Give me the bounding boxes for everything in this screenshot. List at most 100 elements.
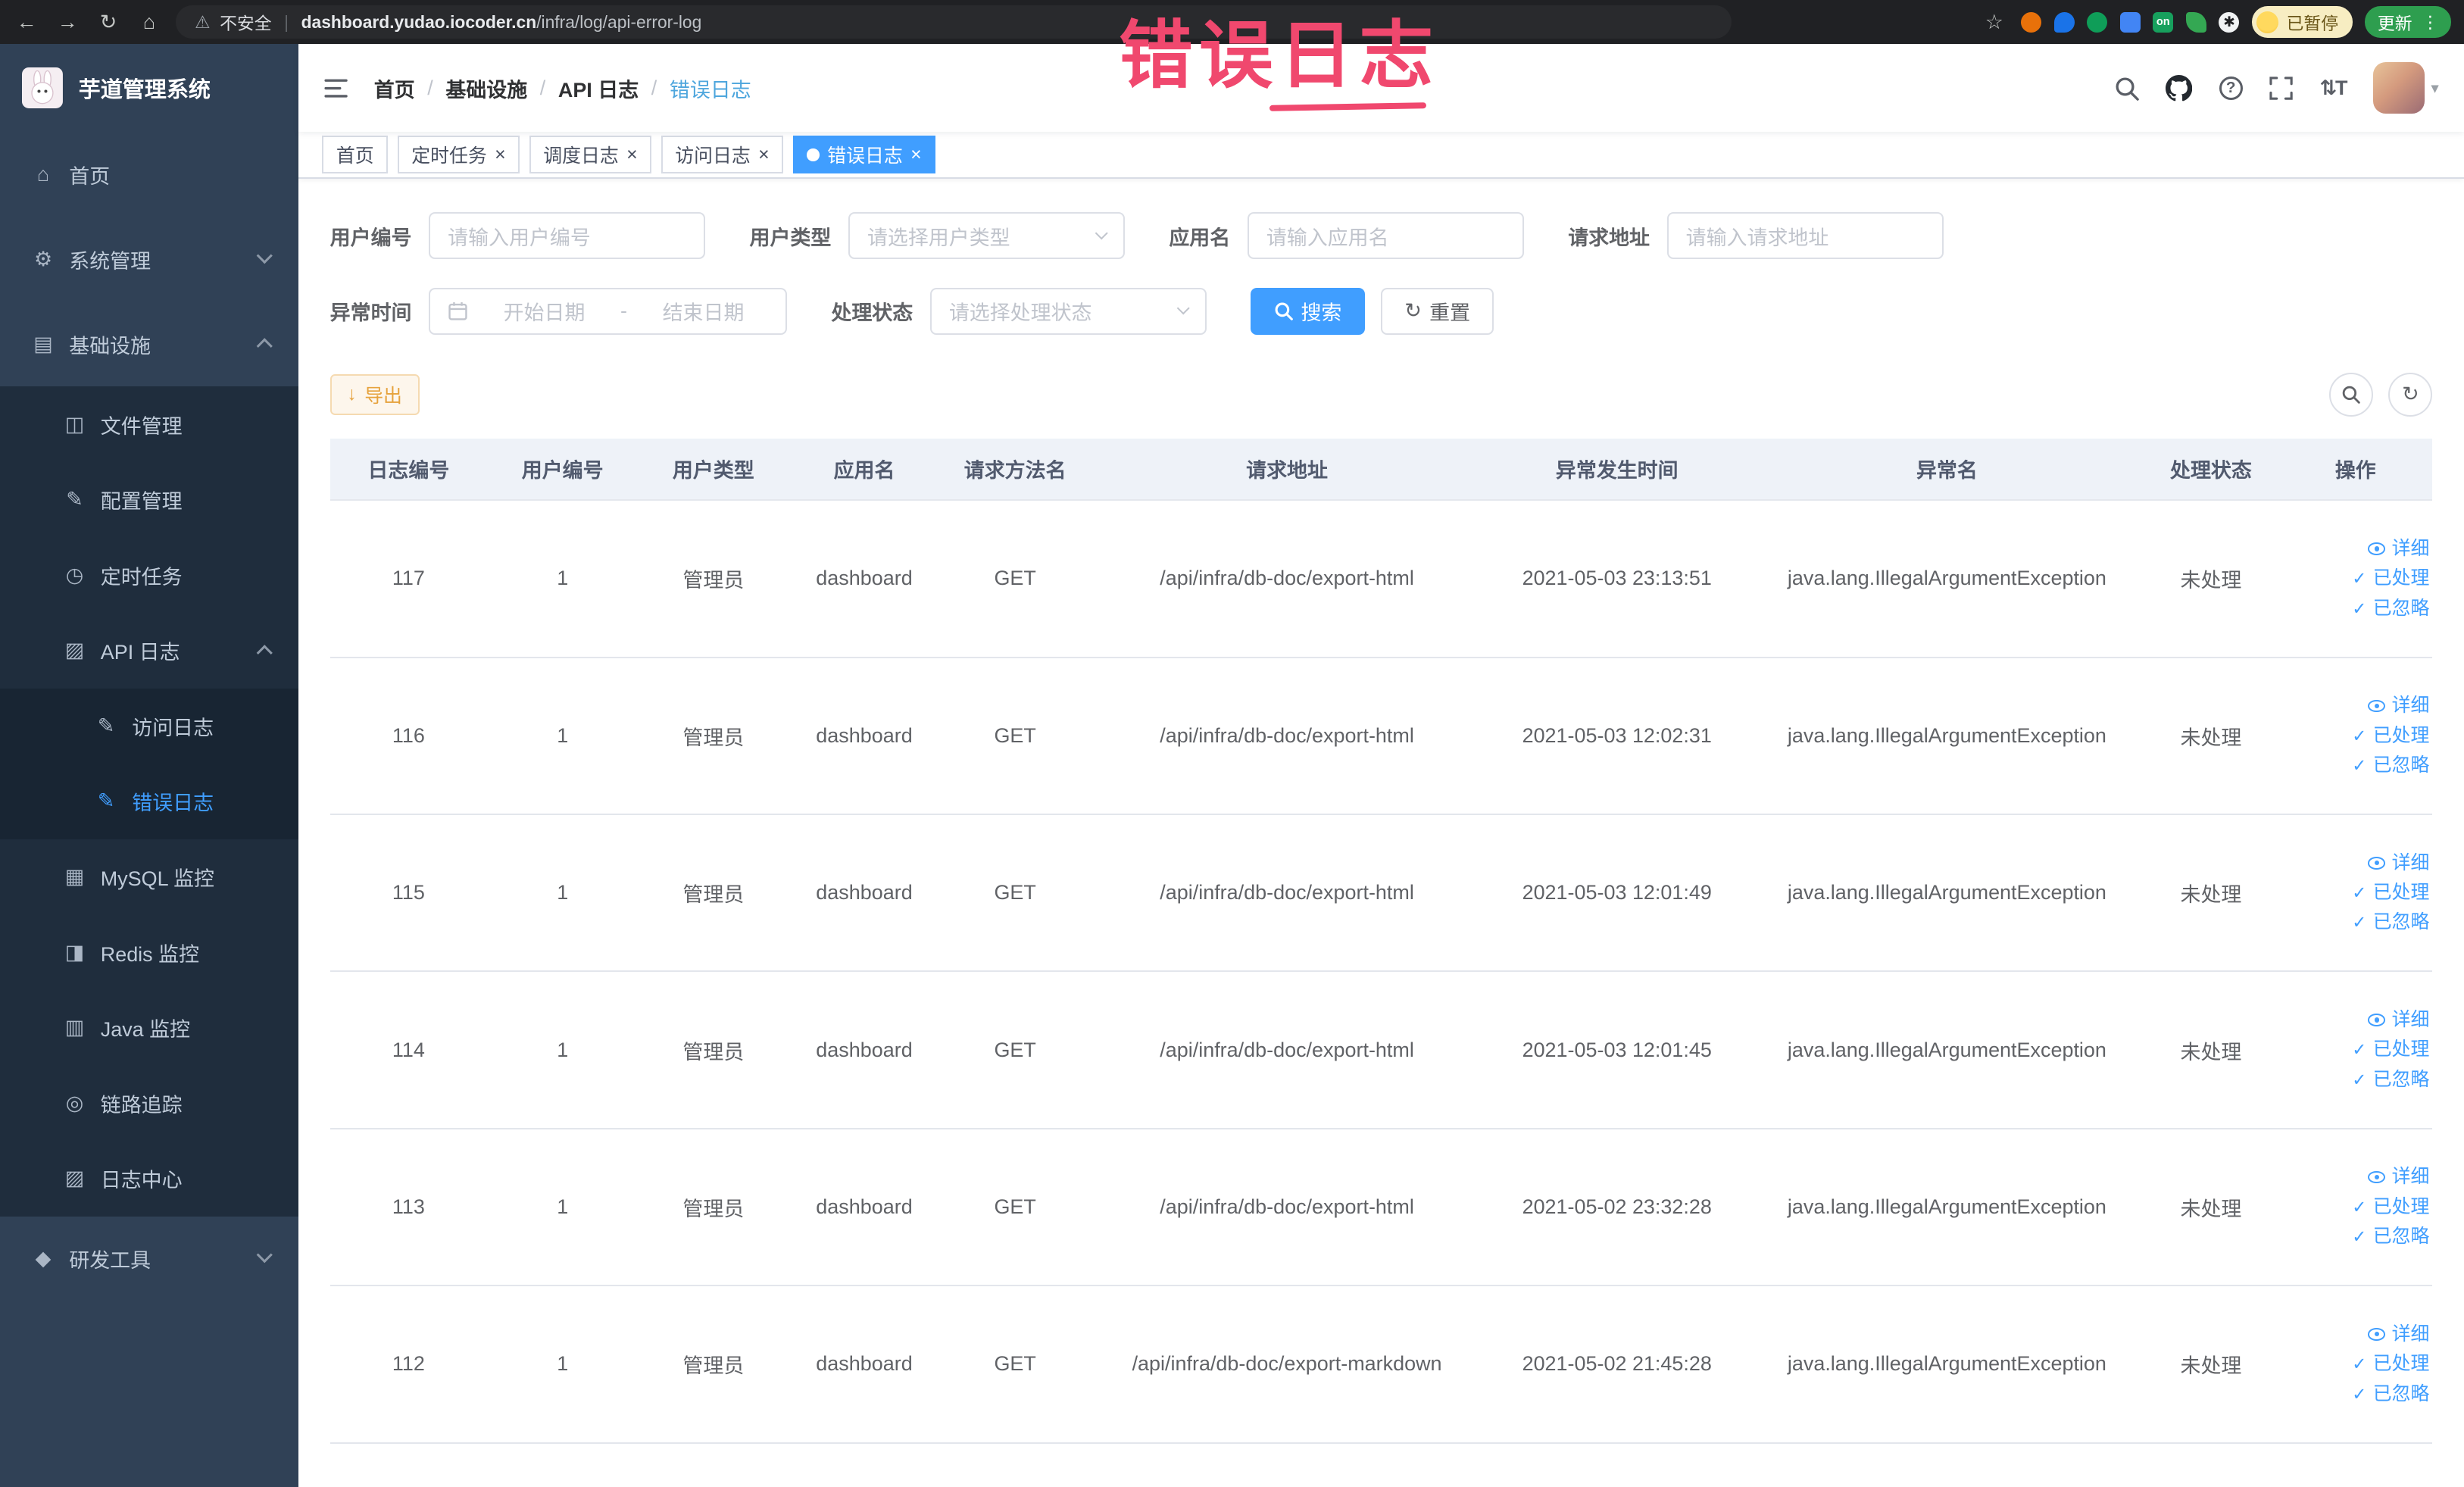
processed-link[interactable]: ✓ 已处理 — [2281, 878, 2429, 908]
breadcrumb-item[interactable]: 首页 — [374, 73, 415, 103]
ignore-link[interactable]: ✓ 已忽略 — [2281, 594, 2429, 623]
close-icon[interactable]: × — [758, 145, 770, 164]
detail-link[interactable]: 详细 — [2281, 1162, 2429, 1192]
table-row: 114 1 管理员 dashboard GET /api/infra/db-do… — [329, 971, 2433, 1129]
user-id-input[interactable]: 请输入用户编号 — [429, 212, 706, 260]
extension-icon[interactable] — [2053, 11, 2075, 33]
cell-url: /api/infra/db-doc/export-html — [1090, 657, 1484, 815]
ignore-link[interactable]: ✓ 已忽略 — [2281, 1222, 2429, 1251]
processed-link[interactable]: ✓ 已处理 — [2281, 564, 2429, 593]
sidebar-item-redis-monitor[interactable]: ◨ Redis 监控 — [0, 914, 298, 990]
extension-icon[interactable]: ✱ — [2219, 11, 2240, 33]
processed-link[interactable]: ✓ 已处理 — [2281, 1035, 2429, 1064]
processed-link[interactable]: ✓ 已处理 — [2281, 721, 2429, 751]
user-type-select[interactable]: 请选择用户类型 — [848, 212, 1126, 260]
search-toggle-button[interactable] — [2328, 372, 2373, 417]
profile-sync-paused-chip[interactable]: 已暂停 — [2251, 6, 2353, 38]
cell-app: dashboard — [789, 1286, 940, 1444]
close-icon[interactable]: × — [910, 145, 922, 164]
sidebar-item-label: Redis 监控 — [100, 942, 200, 966]
tab-error-log[interactable]: 错误日志 × — [792, 136, 936, 174]
detail-link[interactable]: 详细 — [2281, 534, 2429, 564]
font-size-icon[interactable]: ⇅T — [2319, 77, 2347, 100]
refresh-button[interactable]: ↻ — [2388, 372, 2433, 417]
app-logo[interactable]: 芋道管理系统 — [0, 44, 298, 132]
detail-link[interactable]: 详细 — [2281, 1320, 2429, 1349]
ignore-link[interactable]: ✓ 已忽略 — [2281, 1379, 2429, 1409]
bookmark-star-icon[interactable]: ☆ — [1980, 11, 2008, 34]
sidebar-item-api-log[interactable]: ▨ API 日志 — [0, 613, 298, 689]
sidebar-item-config-management[interactable]: ✎ 配置管理 — [0, 462, 298, 538]
extension-icon[interactable] — [2087, 11, 2108, 33]
hamburger-icon[interactable] — [323, 76, 348, 101]
cell-method: GET — [939, 1128, 1091, 1287]
sidebar-item-system[interactable]: ⚙ 系统管理 — [0, 217, 298, 301]
user-menu[interactable]: ▾ — [2372, 61, 2439, 114]
browser-menu-icon[interactable]: ⋮ — [2422, 12, 2439, 33]
sidebar-item-mysql-monitor[interactable]: ▦ MySQL 监控 — [0, 839, 298, 915]
sidebar-item-error-log[interactable]: ✎ 错误日志 — [0, 764, 299, 839]
help-icon[interactable]: ? — [2219, 76, 2243, 100]
detail-link[interactable]: 详细 — [2281, 691, 2429, 720]
column-header: 请求地址 — [1090, 438, 1484, 501]
search-icon[interactable] — [2114, 76, 2139, 101]
ignore-link[interactable]: ✓ 已忽略 — [2281, 751, 2429, 780]
reset-button[interactable]: ↻ 重置 — [1381, 287, 1494, 335]
request-url-input[interactable]: 请输入请求地址 — [1666, 212, 1944, 260]
sidebar-item-dev-tools[interactable]: ◆ 研发工具 — [0, 1217, 298, 1301]
chevron-down-icon — [1095, 226, 1109, 240]
search-button[interactable]: 搜索 — [1251, 287, 1366, 335]
browser-update-button[interactable]: 更新 ⋮ — [2365, 6, 2452, 38]
forward-icon[interactable]: → — [54, 11, 82, 34]
sidebar-item-trace[interactable]: ◎ 链路追踪 — [0, 1066, 298, 1142]
sidebar-item-infrastructure[interactable]: ▤ 基础设施 — [0, 301, 298, 386]
cell-app: dashboard — [789, 500, 940, 658]
extension-icon[interactable] — [2185, 11, 2206, 33]
cell-log-id: 117 — [329, 500, 488, 658]
cell-user-type: 管理员 — [638, 814, 789, 973]
detail-link[interactable]: 详细 — [2281, 1005, 2429, 1035]
address-bar[interactable]: ⚠ 不安全 | dashboard.yudao.iocoder.cn/infra… — [176, 5, 1732, 39]
cell-actions: 详细 ✓ 已处理 ✓ 已忽略 — [2278, 814, 2433, 973]
tab-access-log[interactable]: 访问日志 × — [661, 136, 784, 174]
exception-time-range-picker[interactable]: 开始日期 - 结束日期 — [429, 287, 788, 335]
fullscreen-icon[interactable] — [2269, 76, 2293, 100]
extension-icon[interactable]: on — [2153, 11, 2174, 33]
api-log-icon: ▨ — [64, 639, 85, 662]
extension-icon[interactable] — [2021, 11, 2042, 33]
cell-user-type: 管理员 — [638, 971, 789, 1129]
sidebar-item-home[interactable]: ⌂ 首页 — [0, 132, 298, 217]
trace-icon: ◎ — [65, 1091, 84, 1114]
cell-user-id: 1 — [487, 1128, 639, 1287]
process-status-select[interactable]: 请选择处理状态 — [930, 287, 1207, 335]
close-icon[interactable]: × — [626, 145, 638, 164]
extension-icon[interactable] — [2119, 11, 2141, 33]
close-icon[interactable]: × — [495, 145, 506, 164]
github-icon[interactable] — [2166, 74, 2193, 102]
sidebar-item-scheduled-tasks[interactable]: ◷ 定时任务 — [0, 537, 298, 613]
app-frame: 芋道管理系统 ⌂ 首页 ⚙ 系统管理 ▤ 基础设施 ◫ 文件管理 ✎ 配置管理 — [0, 44, 2464, 1487]
back-icon[interactable]: ← — [13, 11, 41, 34]
export-button[interactable]: ↓ 导出 — [329, 373, 420, 415]
check-icon: ✓ — [2352, 1383, 2367, 1404]
avatar[interactable] — [2372, 61, 2425, 114]
processed-link[interactable]: ✓ 已处理 — [2281, 1349, 2429, 1379]
tab-scheduled-tasks[interactable]: 定时任务 × — [397, 136, 520, 174]
sidebar-item-java-monitor[interactable]: ▥ Java 监控 — [0, 990, 298, 1066]
app-name-input[interactable]: 请输入应用名 — [1248, 212, 1525, 260]
sidebar-item-access-log[interactable]: ✎ 访问日志 — [0, 688, 299, 764]
tab-home[interactable]: 首页 — [322, 136, 389, 174]
ignore-link[interactable]: ✓ 已忽略 — [2281, 908, 2429, 937]
sidebar-item-log-center[interactable]: ▨ 日志中心 — [0, 1141, 298, 1217]
tab-schedule-log[interactable]: 调度日志 × — [529, 136, 652, 174]
processed-link[interactable]: ✓ 已处理 — [2281, 1192, 2429, 1222]
cell-method: GET — [939, 814, 1091, 973]
sidebar-item-file-management[interactable]: ◫ 文件管理 — [0, 386, 298, 462]
ignore-link[interactable]: ✓ 已忽略 — [2281, 1065, 2429, 1095]
tab-label: 调度日志 — [543, 145, 619, 167]
breadcrumb-item[interactable]: 基础设施 — [445, 73, 527, 103]
reload-icon[interactable]: ↻ — [94, 11, 122, 34]
breadcrumb-item[interactable]: API 日志 — [558, 73, 639, 103]
detail-link[interactable]: 详细 — [2281, 848, 2429, 878]
browser-home-icon[interactable]: ⌂ — [135, 11, 163, 34]
